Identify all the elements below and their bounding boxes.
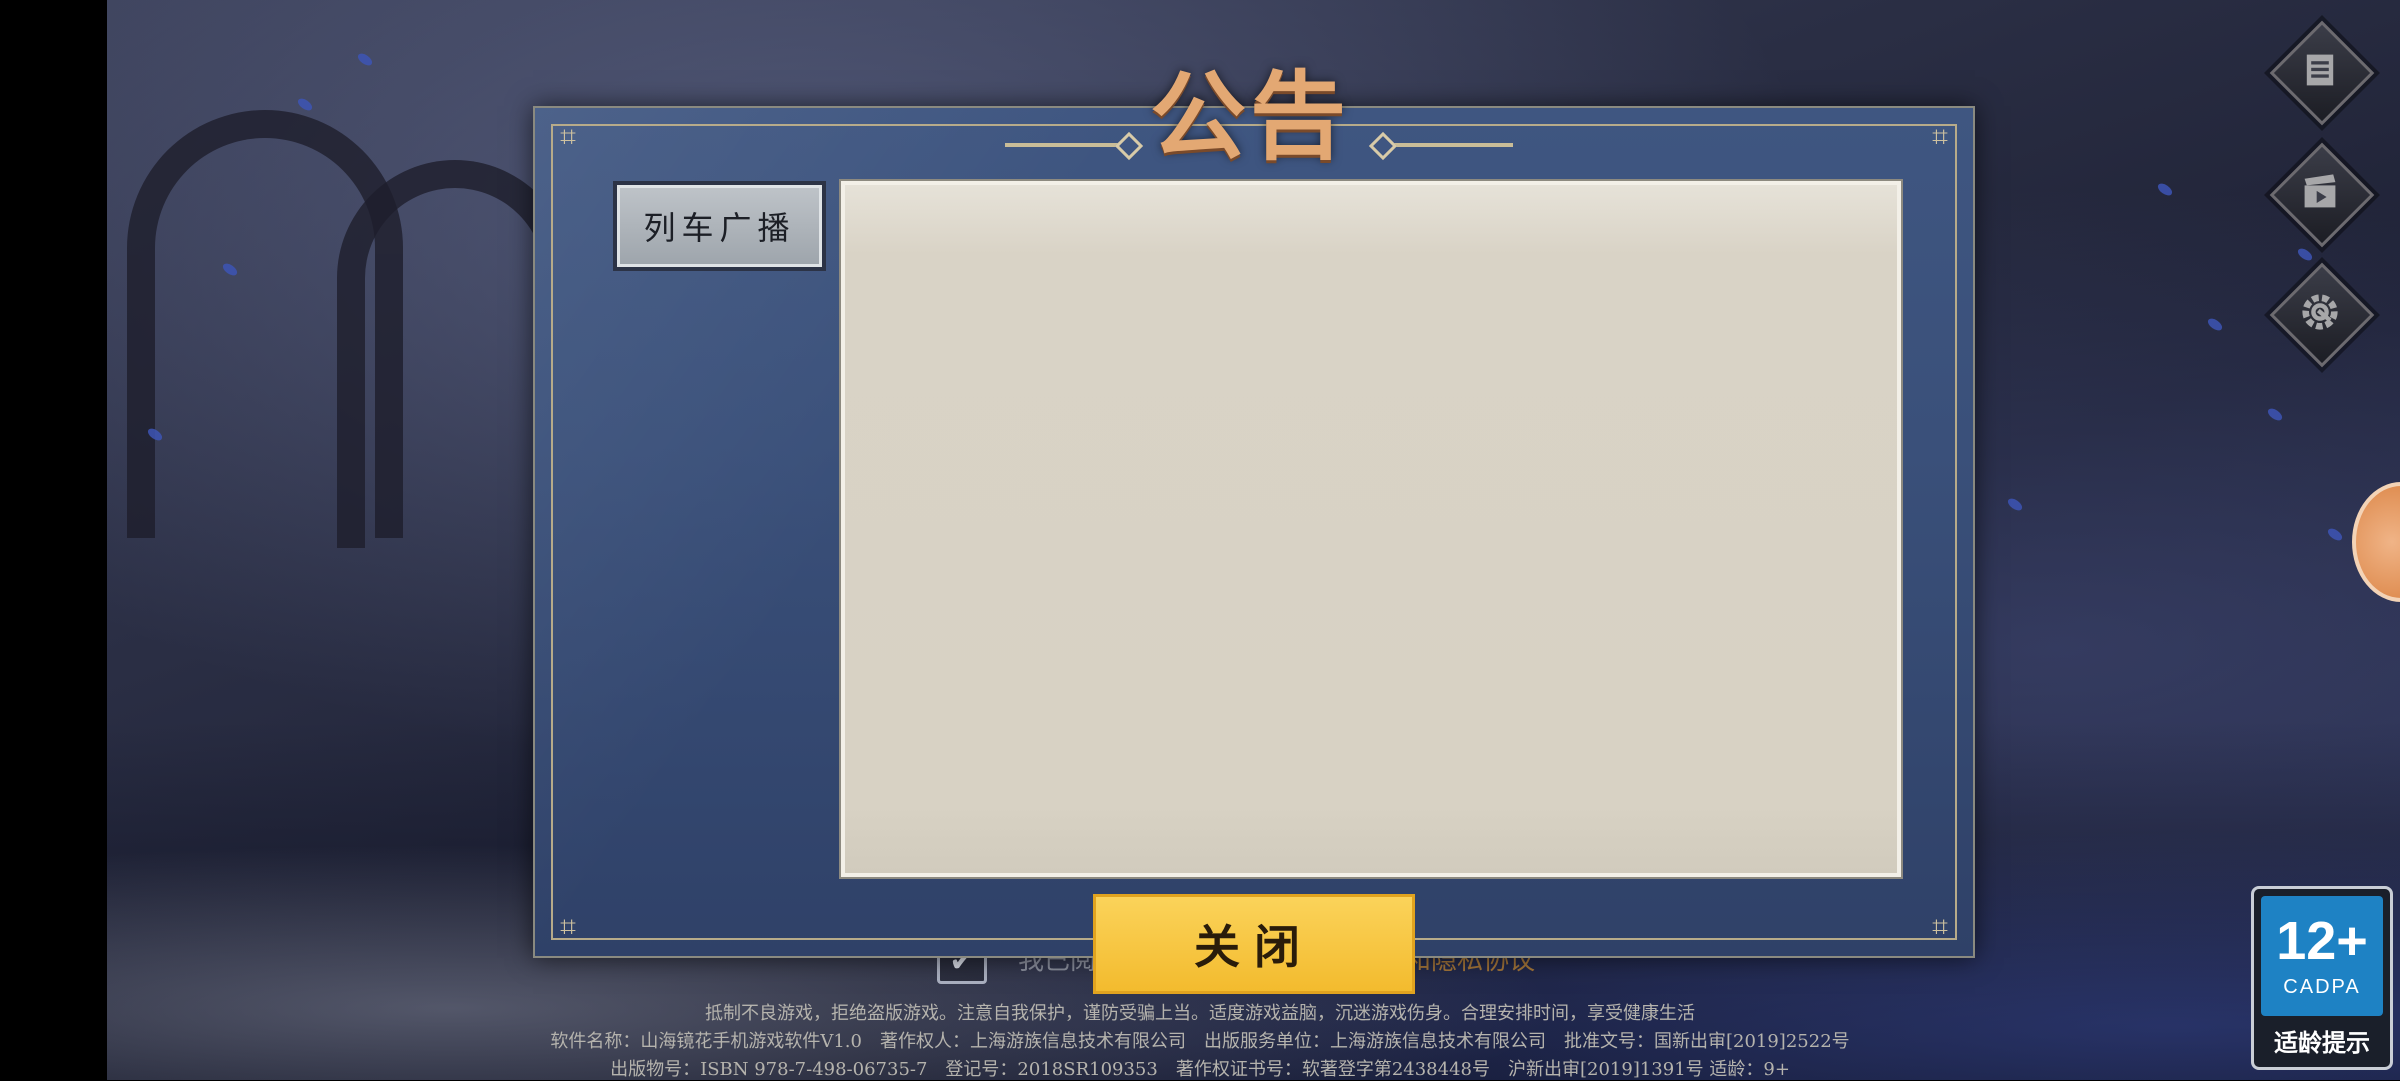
- footer-software-info: 软件名称：山海镜花手机游戏软件V1.0 著作权人：上海游族信息技术有限公司 出版…: [550, 1031, 1850, 1052]
- corner-ornament-icon: ⌗: [560, 120, 576, 153]
- notice-list-icon[interactable]: [2286, 36, 2354, 104]
- close-button-label: 关闭: [1194, 920, 1314, 974]
- age-rating-org: CADPA: [2283, 976, 2361, 998]
- footer-health-notice: 抵制不良游戏，拒绝盗版游戏。注意自我保护，谨防受骗上当。适度游戏益脑，沉迷游戏伤…: [705, 1003, 1695, 1024]
- announcement-content-panel[interactable]: [841, 181, 1901, 877]
- settings-gear-icon[interactable]: [2286, 278, 2354, 346]
- title-decor-line: [1393, 143, 1513, 147]
- tab-label: 列车广播: [643, 209, 796, 247]
- dialog-title: 公告: [1150, 60, 1350, 173]
- age-rating-panel: 12+ CADPA: [2261, 896, 2383, 1016]
- close-button[interactable]: 关闭: [1093, 894, 1415, 994]
- corner-ornament-icon: ⌗: [1932, 120, 1948, 153]
- corner-ornament-icon: ⌗: [560, 910, 576, 943]
- video-clapper-icon[interactable]: [2286, 158, 2354, 226]
- footer-publish-info: 出版物号：ISBN 978-7-498-06735-7 登记号：2018SR10…: [610, 1059, 1790, 1080]
- age-rating-number: 12+: [2276, 911, 2368, 971]
- age-rating-badge[interactable]: 12+ CADPA 适龄提示: [2251, 886, 2393, 1070]
- corner-ornament-icon: ⌗: [1932, 910, 1948, 943]
- tab-train-broadcast[interactable]: 列车广播: [613, 181, 826, 271]
- title-decor-line: [1005, 143, 1125, 147]
- age-rating-tip: 适龄提示: [2274, 1029, 2370, 1057]
